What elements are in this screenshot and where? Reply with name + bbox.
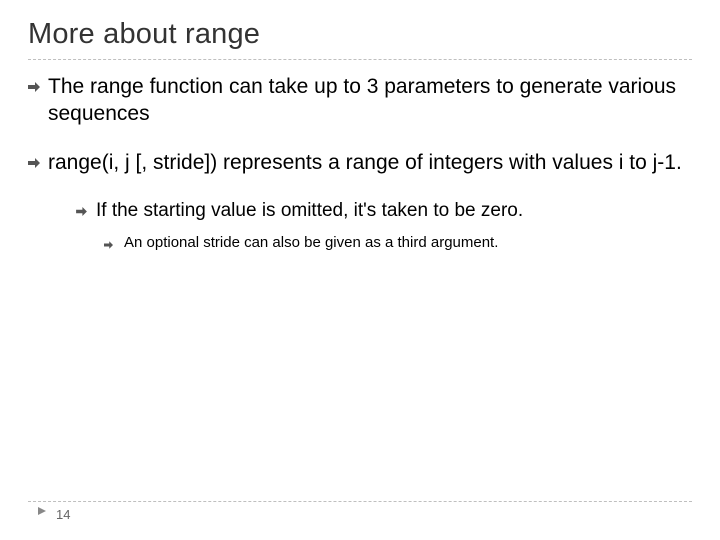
- bullet-marker-icon: [76, 199, 96, 216]
- bullet-marker-icon: [28, 74, 48, 92]
- bullet-level3: An optional stride can also be given as …: [104, 233, 692, 252]
- bullet-marker-icon: [104, 233, 124, 249]
- bullet-text: An optional stride can also be given as …: [124, 233, 692, 252]
- bullet-level1: range(i, j [, stride]) represents a rang…: [28, 150, 692, 177]
- bullet-level2: If the starting value is omitted, it's t…: [76, 199, 692, 223]
- slide: More about range The range function can …: [0, 0, 720, 540]
- slide-body: The range function can take up to 3 para…: [28, 74, 692, 252]
- bullet-text: The range function can take up to 3 para…: [48, 74, 692, 128]
- bullet-level1: The range function can take up to 3 para…: [28, 74, 692, 128]
- bullet-text: If the starting value is omitted, it's t…: [96, 199, 692, 223]
- page-number: 14: [56, 507, 70, 522]
- footer-divider: [28, 501, 692, 502]
- bullet-marker-icon: [28, 150, 48, 168]
- slide-title: More about range: [28, 18, 692, 51]
- page-marker-icon: [36, 504, 48, 522]
- bullet-text: range(i, j [, stride]) represents a rang…: [48, 150, 692, 177]
- title-divider: [28, 59, 692, 60]
